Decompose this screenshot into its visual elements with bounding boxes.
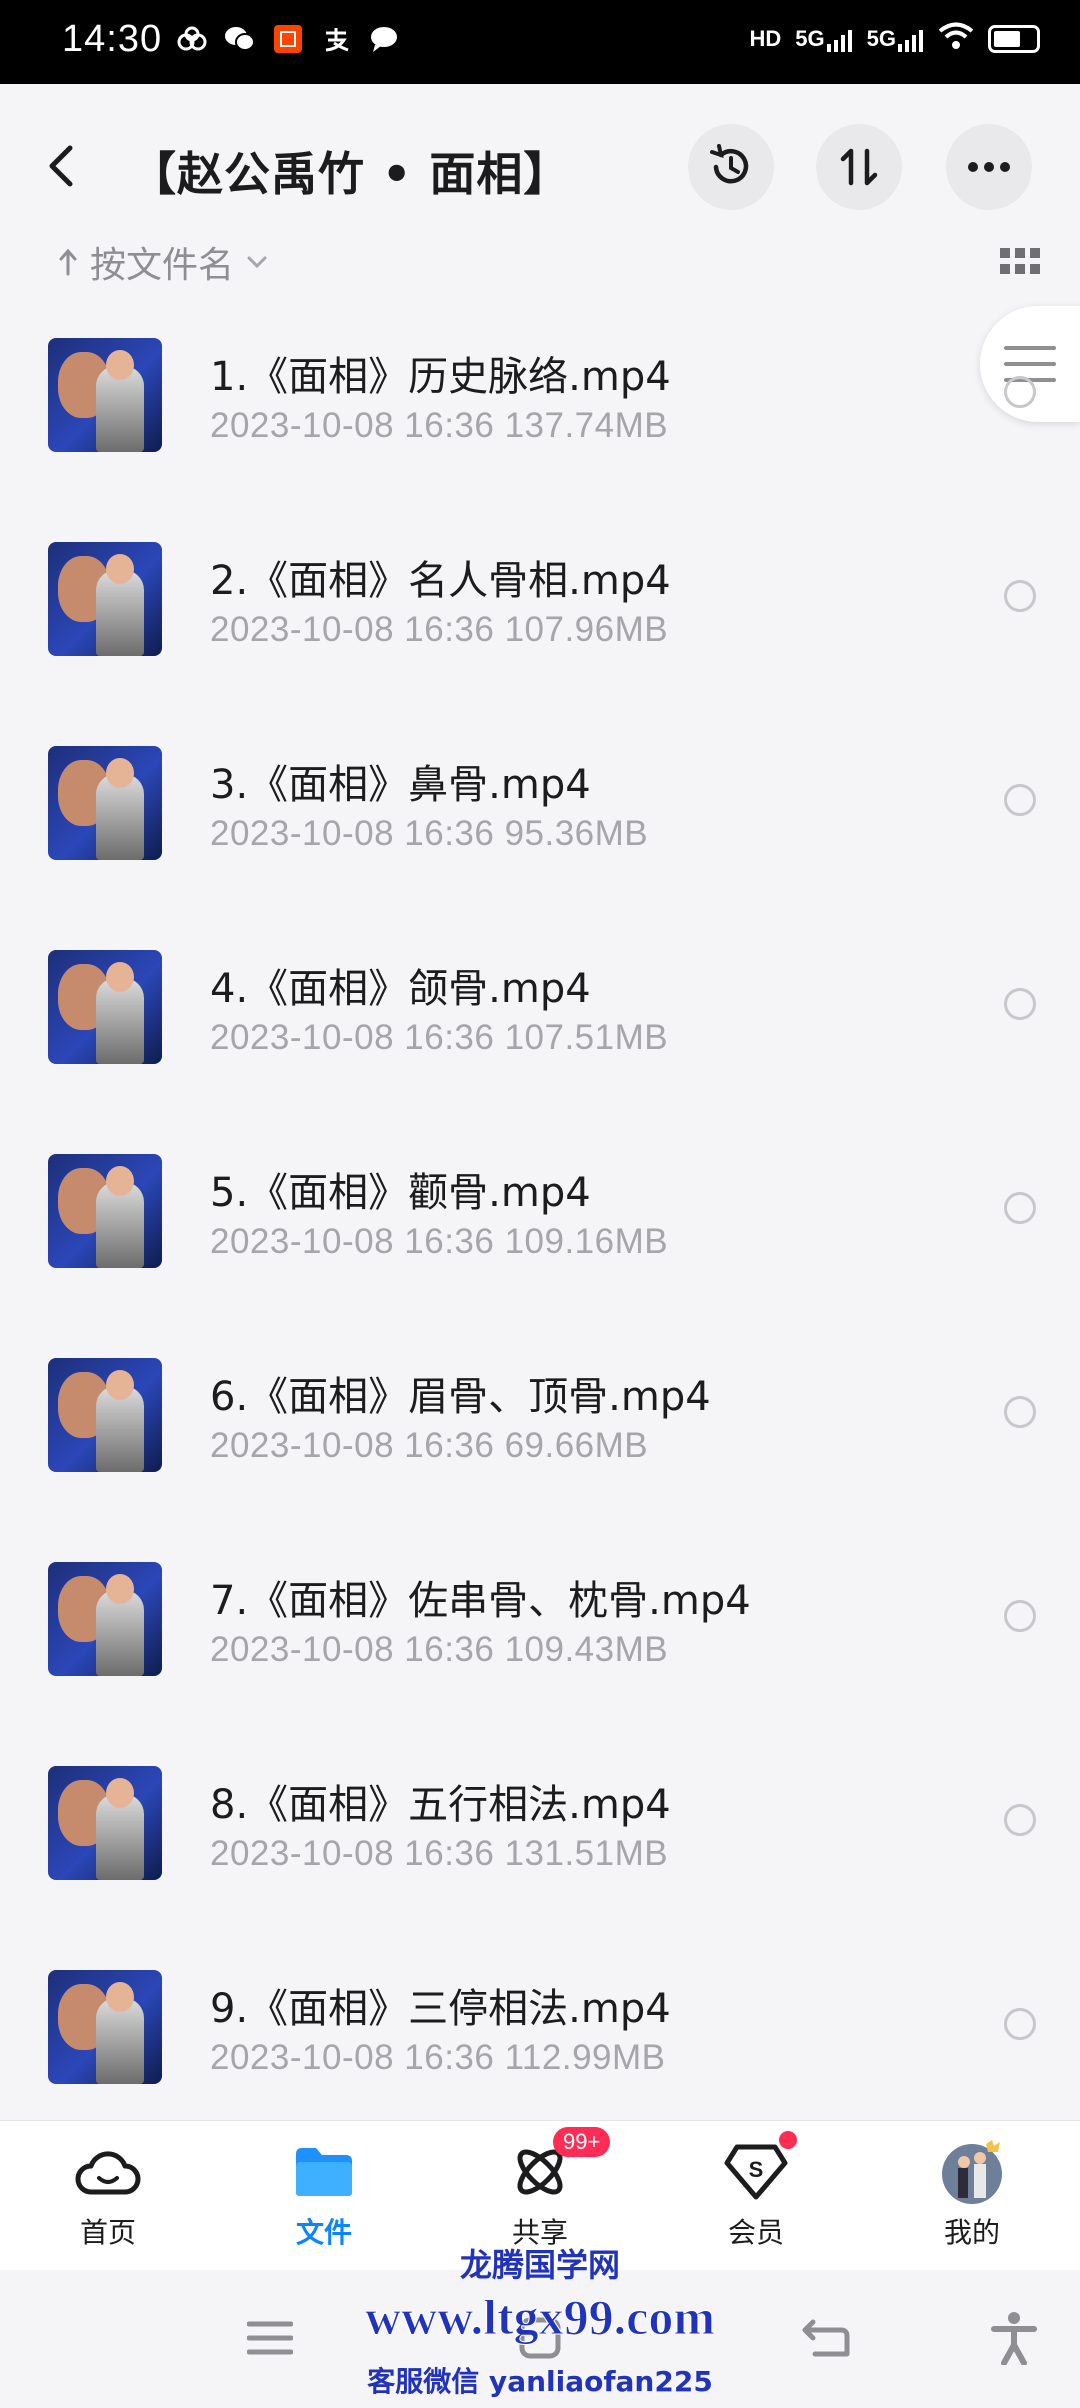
select-radio[interactable] [1004, 1192, 1036, 1224]
video-thumbnail [48, 1766, 162, 1880]
select-radio[interactable] [1004, 376, 1036, 408]
select-radio[interactable] [1004, 784, 1036, 816]
video-thumbnail [48, 1154, 162, 1268]
arrow-up-icon [59, 248, 77, 276]
file-name: 9.《面相》三停相法.mp4 [210, 1986, 671, 2032]
sort-bar: 按文件名 [0, 234, 1080, 294]
signal-5g-1: 5G [795, 26, 852, 52]
file-meta: 2023-10-08 16:36 112.99MB [210, 2038, 666, 2077]
folder-icon [289, 2137, 359, 2207]
file-name: 7.《面相》佐串骨、枕骨.mp4 [210, 1578, 751, 1624]
sort-label: 按文件名 [90, 245, 235, 286]
select-radio[interactable] [1004, 1396, 1036, 1428]
more-button[interactable] [946, 124, 1032, 210]
status-bar: 14:30 HD 5G 5G [0, 0, 1080, 84]
file-row[interactable]: 8.《面相》五行相法.mp4 2023-10-08 16:36 131.51MB [0, 1760, 1080, 1964]
video-thumbnail [48, 1358, 162, 1472]
file-meta: 2023-10-08 16:36 109.16MB [210, 1222, 669, 1261]
file-row[interactable]: 7.《面相》佐串骨、枕骨.mp4 2023-10-08 16:36 109.43… [0, 1556, 1080, 1760]
file-meta: 2023-10-08 16:36 109.43MB [210, 1630, 669, 1669]
select-radio[interactable] [1004, 580, 1036, 612]
file-meta: 2023-10-08 16:36 107.96MB [210, 610, 669, 649]
wechat-icon [223, 22, 257, 56]
file-name: 1.《面相》历史脉络.mp4 [210, 354, 671, 400]
video-thumbnail [48, 542, 162, 656]
vip-diamond-icon: S [721, 2131, 797, 2207]
file-meta: 2023-10-08 16:36 69.66MB [210, 1426, 649, 1465]
file-meta: 2023-10-08 16:36 131.51MB [210, 1834, 669, 1873]
share-atom-icon: 99+ [505, 2127, 611, 2207]
file-row[interactable]: 5.《面相》颧骨.mp4 2023-10-08 16:36 109.16MB [0, 1148, 1080, 1352]
sort-order-button[interactable] [816, 124, 902, 210]
video-thumbnail [48, 746, 162, 860]
file-meta: 2023-10-08 16:36 137.74MB [210, 406, 669, 445]
select-radio[interactable] [1004, 1804, 1036, 1836]
file-meta: 2023-10-08 16:36 107.51MB [210, 1018, 669, 1057]
file-meta: 2023-10-08 16:36 95.36MB [210, 814, 649, 853]
file-row[interactable]: 3.《面相》鼻骨.mp4 2023-10-08 16:36 95.36MB [0, 740, 1080, 944]
signal-5g-2: 5G [867, 26, 924, 52]
video-thumbnail [48, 1970, 162, 2084]
svg-text:S: S [749, 2157, 764, 2182]
select-radio[interactable] [1004, 988, 1036, 1020]
sort-by-name-dropdown[interactable]: 按文件名 [58, 236, 268, 288]
baidu-pan-icon [175, 22, 209, 56]
top-app-bar: 【赵公禹竹 • 面相】 [0, 84, 1080, 244]
notification-icons [175, 22, 401, 56]
chevron-left-icon [49, 145, 73, 187]
file-name: 6.《面相》眉骨、顶骨.mp4 [210, 1374, 711, 1420]
message-bubble-icon [367, 22, 401, 56]
more-dots-icon [968, 162, 1010, 172]
file-name: 5.《面相》颧骨.mp4 [210, 1170, 591, 1216]
alipay-icon [319, 22, 353, 56]
system-indicators: HD 5G 5G [749, 22, 1040, 56]
select-radio[interactable] [1004, 1600, 1036, 1632]
video-thumbnail [48, 338, 162, 452]
watermark-url: www.ltgx99.com [365, 2289, 716, 2346]
sort-arrows-icon [840, 148, 878, 186]
watermark-contact: 客服微信 yanliaofan225 [367, 2365, 713, 2398]
file-name: 8.《面相》五行相法.mp4 [210, 1782, 671, 1828]
status-time: 14:30 [62, 18, 163, 60]
file-row[interactable]: 6.《面相》眉骨、顶骨.mp4 2023-10-08 16:36 69.66MB [0, 1352, 1080, 1556]
battery-icon [988, 25, 1040, 53]
avatar [937, 2137, 1007, 2207]
back-button[interactable] [48, 136, 98, 196]
hd-indicator: HD [749, 26, 782, 51]
file-name: 4.《面相》颌骨.mp4 [210, 966, 591, 1012]
watermark-site-name: 龙腾国学网 [459, 2246, 620, 2284]
cloud-icon [73, 2137, 143, 2207]
file-row[interactable]: 2.《面相》名人骨相.mp4 2023-10-08 16:36 107.96MB [0, 536, 1080, 740]
history-icon [710, 144, 749, 184]
notification-badge: 99+ [553, 2127, 611, 2157]
file-row[interactable]: 4.《面相》颌骨.mp4 2023-10-08 16:36 107.51MB [0, 944, 1080, 1148]
grid-view-icon[interactable] [1000, 248, 1040, 276]
file-name: 2.《面相》名人骨相.mp4 [210, 558, 671, 604]
file-name: 3.《面相》鼻骨.mp4 [210, 762, 591, 808]
page-title: 【赵公禹竹 • 面相】 [130, 147, 571, 201]
history-button[interactable] [688, 124, 774, 210]
taobao-icon [271, 22, 305, 56]
chevron-down-icon [247, 256, 267, 269]
video-thumbnail [48, 950, 162, 1064]
select-radio[interactable] [1004, 2008, 1036, 2040]
wifi-icon [938, 22, 974, 56]
notification-dot [779, 2131, 797, 2149]
file-row[interactable]: 1.《面相》历史脉络.mp4 2023-10-08 16:36 137.74MB [0, 332, 1080, 536]
video-thumbnail [48, 1562, 162, 1676]
